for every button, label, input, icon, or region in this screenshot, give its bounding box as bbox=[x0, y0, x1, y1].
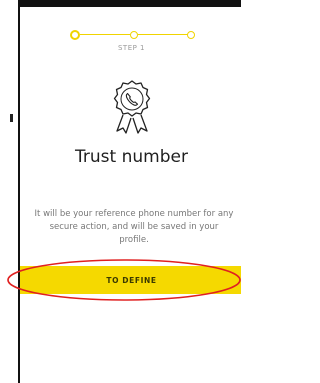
step-3-dot bbox=[187, 31, 195, 39]
step-connector-2 bbox=[138, 34, 188, 35]
page-title: Trust number bbox=[75, 147, 188, 167]
phone-screen: STEP 1 Trust number It will be your refe… bbox=[18, 0, 241, 383]
top-bezel bbox=[20, 0, 241, 7]
stepper bbox=[70, 30, 195, 40]
screenshot-canvas: STEP 1 Trust number It will be your refe… bbox=[0, 0, 241, 383]
edge-mark bbox=[10, 114, 13, 122]
step-connector-1 bbox=[80, 34, 130, 35]
phone-badge-icon bbox=[108, 78, 156, 138]
cta-area: TO DEFINE bbox=[20, 266, 241, 294]
description-text: It will be your reference phone number f… bbox=[34, 209, 234, 245]
step-1-dot-active bbox=[70, 30, 80, 40]
left-edge-area bbox=[0, 0, 17, 383]
step-2-dot bbox=[130, 31, 138, 39]
step-label: STEP 1 bbox=[117, 44, 146, 52]
to-define-button[interactable]: TO DEFINE bbox=[20, 266, 241, 294]
